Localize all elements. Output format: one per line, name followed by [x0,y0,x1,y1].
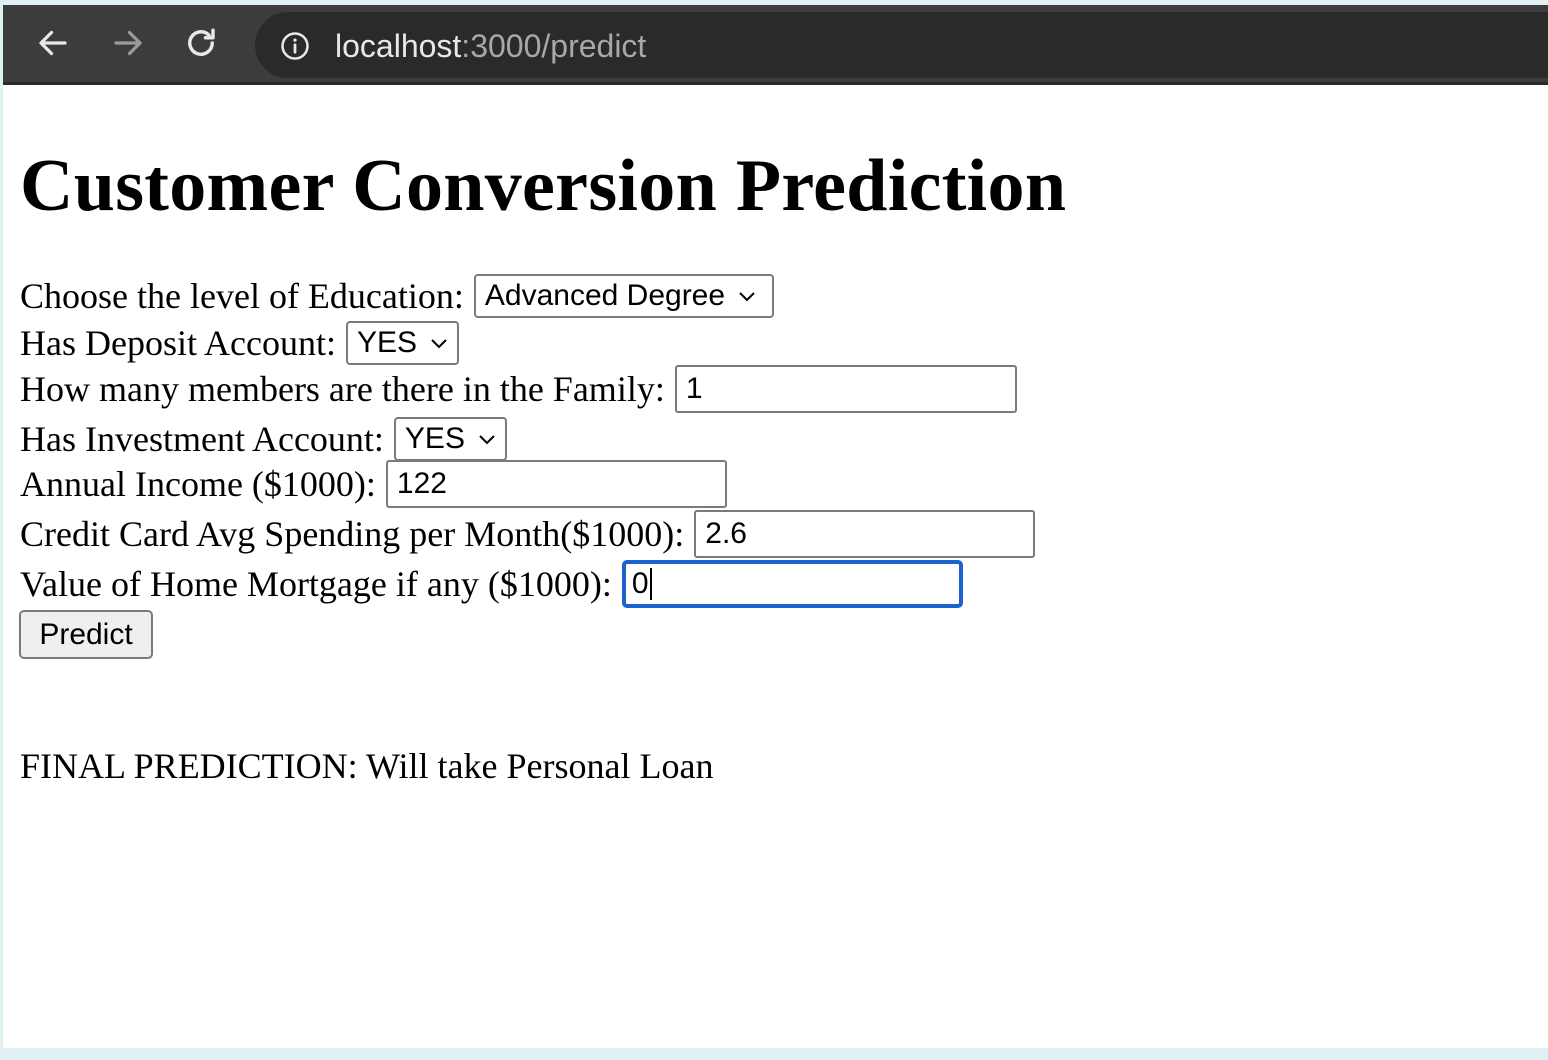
url-path: :3000/predict [461,28,647,64]
family-label: How many members are there in the Family… [20,369,665,409]
back-arrow-icon [39,30,67,56]
url-text[interactable]: localhost:3000/predict [335,26,646,66]
income-row: Annual Income ($1000): 122 [20,460,727,508]
chevron-down-icon [479,435,495,445]
url-host: localhost [335,28,462,64]
mortgage-input[interactable]: 0 [621,560,963,608]
reload-icon [188,28,215,56]
deposit-select[interactable]: YES [345,321,459,365]
browser-toolbar: localhost:3000/predict [3,5,1548,85]
forward-button[interactable] [108,23,148,63]
mortgage-label: Value of Home Mortgage if any ($1000): [20,564,612,604]
forward-arrow-icon [114,30,142,56]
family-value: 1 [685,372,703,405]
investment-label: Has Investment Account: [20,419,384,459]
text-caret [649,568,652,600]
predict-button[interactable]: Predict [19,610,153,659]
education-row: Choose the level of Education: Advanced … [20,274,774,318]
ccavg-label: Credit Card Avg Spending per Month($1000… [20,514,685,554]
ccavg-value: 2.6 [705,517,747,550]
education-selected-value: Advanced Degree [484,279,726,312]
income-value: 122 [396,467,447,500]
income-input[interactable]: 122 [385,460,727,508]
address-bar[interactable]: localhost:3000/predict [255,12,1548,78]
deposit-label: Has Deposit Account: [20,323,336,363]
mortgage-value: 0 [631,567,649,600]
mortgage-row: Value of Home Mortgage if any ($1000): 0 [20,560,963,608]
investment-row: Has Investment Account: YES [20,417,507,461]
chevron-down-icon [739,292,755,302]
education-label: Choose the level of Education: [20,276,464,316]
family-input[interactable]: 1 [674,365,1017,413]
page-title: Customer Conversion Prediction [20,145,1067,227]
ccavg-row: Credit Card Avg Spending per Month($1000… [20,510,1036,558]
family-row: How many members are there in the Family… [20,365,1017,413]
income-label: Annual Income ($1000): [20,464,376,504]
page-content: Customer Conversion Prediction Choose th… [3,85,1548,1048]
ccavg-input[interactable]: 2.6 [694,510,1036,558]
reload-button[interactable] [181,23,221,63]
prediction-result: FINAL PREDICTION: Will take Personal Loa… [20,746,714,786]
back-button[interactable] [33,23,73,63]
investment-selected-value: YES [404,422,465,455]
investment-select[interactable]: YES [393,417,507,461]
info-icon[interactable] [280,31,310,61]
education-select[interactable]: Advanced Degree [473,274,774,318]
deposit-selected-value: YES [356,326,417,359]
deposit-row: Has Deposit Account: YES [20,321,459,365]
chevron-down-icon [431,339,447,349]
